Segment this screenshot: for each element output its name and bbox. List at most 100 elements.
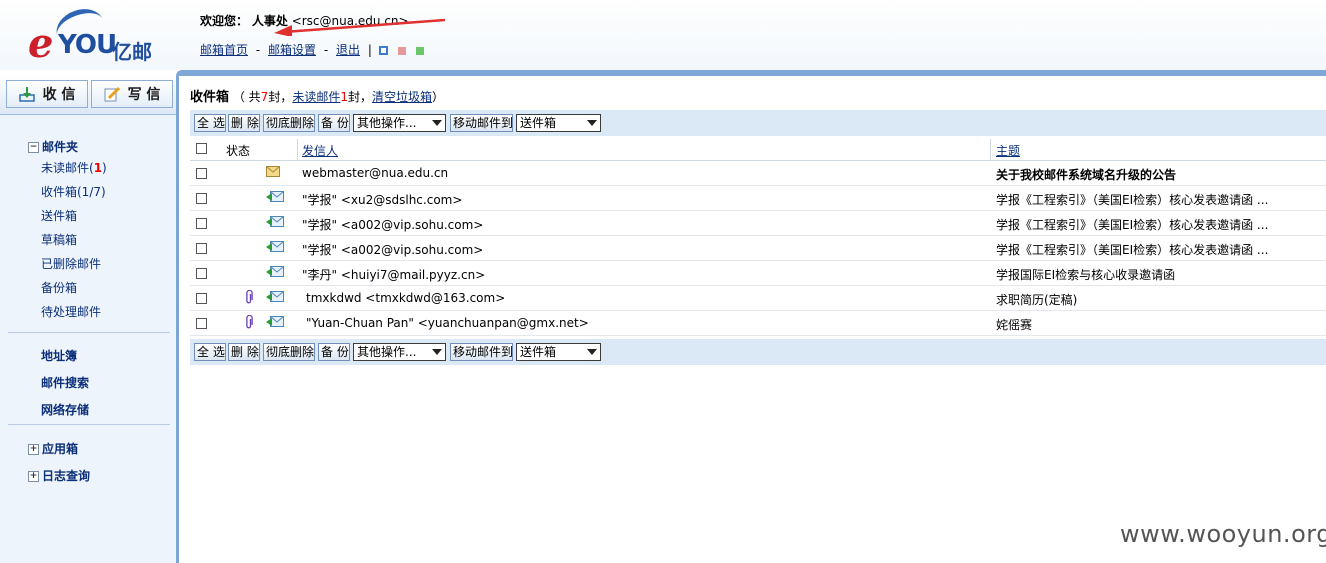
move-target-select[interactable]: 送件箱	[516, 343, 601, 361]
row-checkbox[interactable]	[196, 268, 207, 279]
app-list: + 应用箱 + 日志查询	[28, 441, 90, 495]
row-checkbox[interactable]	[196, 168, 207, 179]
other-ops-value: 其他操作...	[357, 116, 417, 130]
receive-button[interactable]: 收 信	[6, 80, 88, 108]
sidebar-item-inbox[interactable]: 收件箱(1/7)	[41, 182, 107, 206]
eyou-logo[interactable]: e YOU 亿邮	[28, 2, 158, 67]
row-checkbox[interactable]	[196, 293, 207, 304]
other-operations-select[interactable]: 其他操作...	[353, 343, 446, 361]
sidebar-item-sent[interactable]: 送件箱	[41, 206, 107, 230]
row-sender[interactable]: "学报" <a002@vip.sohu.com>	[302, 216, 483, 233]
tool-list: 地址簿 邮件搜索 网络存储	[41, 348, 89, 429]
summary-close: ）	[432, 90, 445, 104]
column-sender[interactable]: 发信人	[302, 142, 338, 159]
logo-e: e	[28, 20, 54, 67]
empty-trash-link[interactable]: 清空垃圾箱	[372, 90, 432, 104]
row-checkbox[interactable]	[196, 243, 207, 254]
skin-blue[interactable]	[379, 46, 388, 55]
row-subject[interactable]: 关于我校邮件系统域名升级的公告	[996, 166, 1176, 183]
unread-envelope-icon	[266, 166, 280, 177]
permanent-delete-button[interactable]: 彻底删除	[263, 114, 315, 132]
inbox-title-row: 收件箱 （ 共7封，未读邮件1封，清空垃圾箱）	[190, 86, 444, 105]
sidebar-item-pending[interactable]: 待处理邮件	[41, 302, 107, 326]
table-row[interactable]: webmaster@nua.edu.cn 关于我校邮件系统域名升级的公告	[190, 161, 1326, 186]
collapse-icon: −	[28, 142, 39, 153]
chevron-down-icon	[432, 349, 442, 355]
move-mail-button[interactable]: 移动邮件到	[450, 114, 513, 132]
log-query-label: 日志查询	[42, 469, 91, 483]
other-operations-select[interactable]: 其他操作...	[353, 114, 446, 132]
mail-rows: webmaster@nua.edu.cn 关于我校邮件系统域名升级的公告 "学报" …	[190, 161, 1326, 336]
delete-button[interactable]: 删 除	[228, 114, 260, 132]
skin-red[interactable]	[397, 46, 406, 55]
top-links: 邮箱首页 - 邮箱设置 - 退出 |	[200, 41, 376, 58]
skin-green[interactable]	[415, 46, 424, 55]
row-checkbox[interactable]	[196, 193, 207, 204]
logout-link[interactable]: 退出	[336, 43, 360, 57]
expand-icon: +	[28, 444, 39, 455]
sidebar-item-deleted[interactable]: 已删除邮件	[41, 254, 107, 278]
inbox-download-icon	[18, 87, 35, 102]
compose-button[interactable]: 写 信	[91, 80, 173, 108]
summary-mid2: 封，	[347, 90, 372, 104]
sidebar-item-address-book[interactable]: 地址簿	[41, 348, 89, 375]
row-checkbox[interactable]	[196, 318, 207, 329]
header: e YOU 亿邮 欢迎您： 人事处 <rsc@nua.edu.cn> 邮箱首页 …	[0, 0, 1326, 70]
row-sender[interactable]: "李丹" <huiyi7@mail.pyyz.cn>	[302, 266, 485, 283]
column-subject[interactable]: 主题	[996, 142, 1020, 159]
table-row[interactable]: "学报" <xu2@sdslhc.com> 学报《工程索引》（美国EI检索）核心发…	[190, 186, 1326, 211]
mailbox-settings-link[interactable]: 邮箱设置	[268, 43, 316, 57]
row-sender[interactable]: "学报" <xu2@sdslhc.com>	[302, 191, 462, 208]
row-subject[interactable]: 学报《工程索引》（美国EI检索）核心发表邀请函 ...	[996, 191, 1268, 208]
mailbox-home-link[interactable]: 邮箱首页	[200, 43, 248, 57]
paperclip-icon	[246, 290, 253, 304]
row-subject[interactable]: 学报《工程索引》（美国EI检索）核心发表邀请函 ...	[996, 241, 1268, 258]
row-sender[interactable]: webmaster@nua.edu.cn	[302, 166, 448, 180]
row-subject[interactable]: 学报国际EI检索与核心收录邀请函	[996, 266, 1175, 283]
sidebar-item-apps[interactable]: + 应用箱	[28, 441, 90, 468]
row-sender[interactable]: "Yuan-Chuan Pan" <yuanchuanpan@gmx.net>	[306, 316, 589, 330]
summary-mid: 封，	[268, 90, 293, 104]
select-all-button[interactable]: 全 选	[194, 343, 226, 361]
delete-button[interactable]: 删 除	[228, 343, 260, 361]
unread-count-main: 1	[340, 90, 348, 104]
sidebar-divider	[8, 332, 170, 333]
move-mail-button[interactable]: 移动邮件到	[450, 343, 513, 361]
table-row[interactable]: "Yuan-Chuan Pan" <yuanchuanpan@gmx.net> 姹…	[190, 311, 1326, 336]
sidebar-item-unread[interactable]: 未读邮件(1)	[41, 158, 107, 182]
permanent-delete-button[interactable]: 彻底删除	[263, 343, 315, 361]
sidebar-divider	[8, 424, 170, 425]
chevron-down-icon	[432, 120, 442, 126]
folder-label: 未读邮件(	[41, 161, 94, 175]
column-divider	[990, 139, 991, 160]
select-all-button[interactable]: 全 选	[194, 114, 226, 132]
table-row[interactable]: tmxkdwd <tmxkdwd@163.com> 求职简历(定稿)	[190, 286, 1326, 311]
table-row[interactable]: "学报" <a002@vip.sohu.com> 学报《工程索引》（美国EI检索）…	[190, 211, 1326, 236]
welcome-label: 欢迎您：	[200, 14, 249, 28]
backup-button[interactable]: 备 份	[318, 343, 350, 361]
main-top-border	[176, 70, 1326, 76]
row-checkbox[interactable]	[196, 218, 207, 229]
move-target-select[interactable]: 送件箱	[516, 114, 601, 132]
table-row[interactable]: "学报" <a002@vip.sohu.com> 学报《工程索引》（美国EI检索）…	[190, 236, 1326, 261]
sidebar-item-log-query[interactable]: + 日志查询	[28, 468, 90, 495]
row-subject[interactable]: 学报《工程索引》（美国EI检索）核心发表邀请函 ...	[996, 216, 1268, 233]
unread-mail-link[interactable]: 未读邮件	[292, 90, 340, 104]
sidebar-item-backup[interactable]: 备份箱	[41, 278, 107, 302]
row-subject[interactable]: 姹傜赛	[996, 316, 1032, 333]
select-all-checkbox[interactable]	[196, 143, 207, 154]
column-divider	[297, 139, 298, 160]
folder-group-toggle[interactable]: − 邮件夹	[28, 138, 78, 155]
mail-table: 状态 发信人 主题 webmaster@nua.edu.cn 关于我校邮件系统域名…	[190, 139, 1326, 336]
sidebar-item-drafts[interactable]: 草稿箱	[41, 230, 107, 254]
link-separator: -	[255, 43, 261, 57]
move-target-value: 送件箱	[520, 116, 557, 130]
table-row[interactable]: "李丹" <huiyi7@mail.pyyz.cn> 学报国际EI检索与核心收录邀…	[190, 261, 1326, 286]
row-sender[interactable]: "学报" <a002@vip.sohu.com>	[302, 241, 483, 258]
sidebar-item-mail-search[interactable]: 邮件搜索	[41, 375, 89, 402]
row-sender[interactable]: tmxkdwd <tmxkdwd@163.com>	[306, 291, 505, 305]
backup-button[interactable]: 备 份	[318, 114, 350, 132]
replied-envelope-icon	[266, 216, 284, 227]
row-subject[interactable]: 求职简历(定稿)	[996, 291, 1077, 308]
toolbar-top: 全 选 删 除 彻底删除 备 份 其他操作... 移动邮件到 送件箱	[190, 110, 1326, 136]
